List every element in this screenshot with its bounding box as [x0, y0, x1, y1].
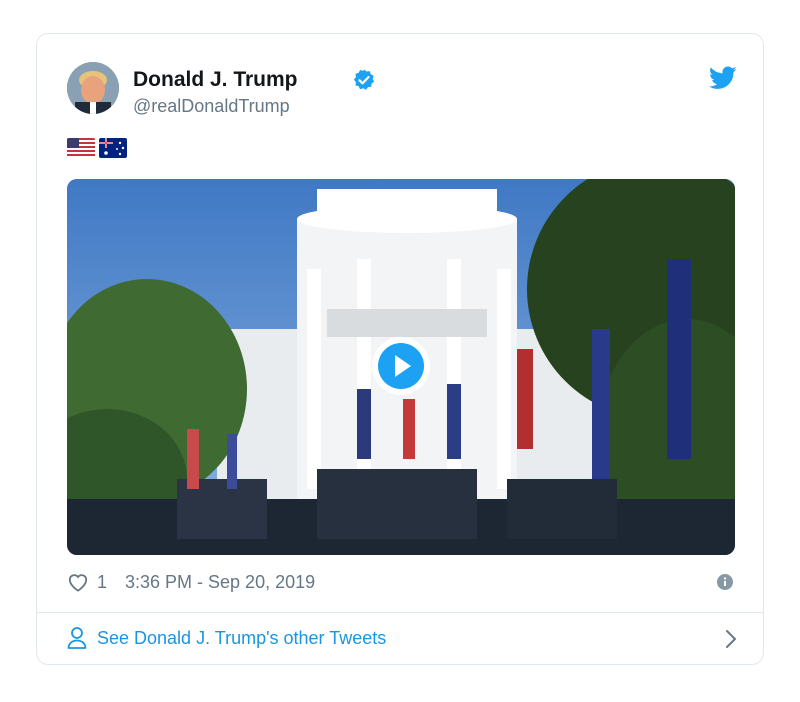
tweet-header: Donald J. Trump @realDonaldTrump [67, 62, 737, 118]
tweet-meta: 1 3:36 PM - Sep 20, 2019 [67, 571, 733, 595]
australia-flag-icon [99, 138, 127, 158]
united-states-flag-icon [67, 138, 95, 158]
chevron-right-icon [726, 630, 736, 648]
twitter-bird-icon[interactable] [709, 66, 737, 90]
user-handle[interactable]: @realDonaldTrump [133, 96, 290, 117]
heart-icon[interactable] [67, 572, 89, 592]
info-icon[interactable] [717, 574, 733, 590]
see-other-tweets-label: See Donald J. Trump's other Tweets [97, 628, 387, 648]
verified-badge-icon [353, 69, 375, 90]
tweet-card[interactable]: Donald J. Trump @realDonaldTrump 1 3:36 … [36, 33, 764, 665]
play-button[interactable] [372, 337, 430, 395]
like-count[interactable]: 1 [97, 572, 107, 593]
display-name[interactable]: Donald J. Trump [133, 68, 298, 92]
play-icon [378, 343, 424, 389]
avatar[interactable] [67, 62, 119, 114]
video-player[interactable] [67, 179, 735, 555]
divider [37, 612, 763, 613]
tweet-text [67, 138, 127, 162]
timestamp[interactable]: 3:36 PM - Sep 20, 2019 [125, 572, 315, 593]
person-icon [67, 627, 87, 649]
see-other-tweets-link[interactable]: See Donald J. Trump's other Tweets [67, 624, 737, 654]
